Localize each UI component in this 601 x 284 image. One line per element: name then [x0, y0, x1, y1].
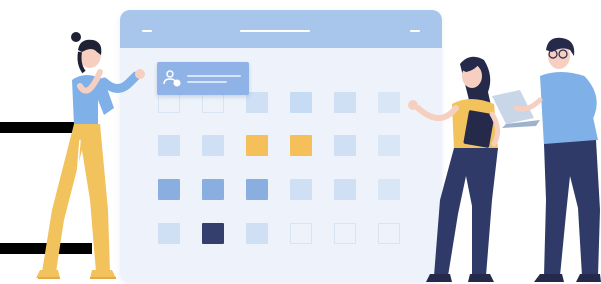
woman-left-figure: [36, 32, 145, 279]
illustration-scene: [0, 0, 601, 284]
man-right-figure: [492, 37, 601, 282]
woman-middle-figure: [408, 56, 500, 282]
people-figures: [36, 32, 601, 282]
